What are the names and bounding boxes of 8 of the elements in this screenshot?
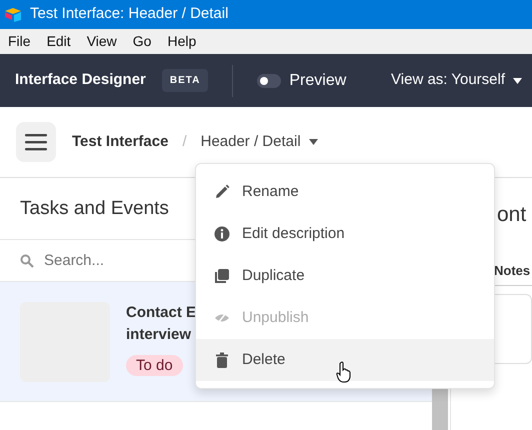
app-title: Interface Designer <box>15 70 146 90</box>
window-title: Test Interface: Header / Detail <box>30 4 228 24</box>
status-tag: To do <box>126 355 183 376</box>
beta-badge: BETA <box>162 69 208 92</box>
preview-label: Preview <box>289 70 346 90</box>
panel-title: ont <box>497 202 528 228</box>
breadcrumb-separator: / <box>182 132 187 152</box>
record-title: Contact E interview <box>126 303 196 345</box>
